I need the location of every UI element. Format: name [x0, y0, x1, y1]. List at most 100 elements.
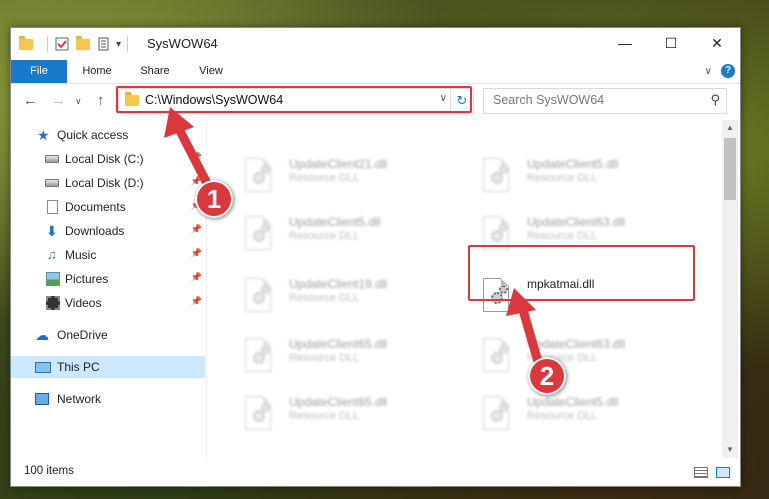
sidebar-item-label: Videos — [65, 296, 102, 310]
pin-icon[interactable]: 📌 — [191, 152, 202, 163]
documents-icon — [47, 200, 58, 214]
disk-icon — [45, 155, 59, 163]
file-item-mpkatmai[interactable]: mpkatmai.dll — [463, 270, 695, 322]
pane-divider[interactable] — [206, 120, 207, 458]
file-item[interactable]: UpdateClient65.dll Resource DLL — [225, 330, 457, 382]
sidebar-item-label: Pictures — [65, 272, 109, 286]
sidebar-item-videos[interactable]: Videos 📌 — [11, 292, 205, 314]
dll-file-icon — [241, 278, 273, 314]
sidebar-item-local-disk-c[interactable]: Local Disk (C:) 📌 — [11, 148, 205, 170]
file-type: Resource DLL — [289, 292, 360, 304]
sidebar-item-this-pc[interactable]: This PC — [11, 356, 205, 378]
onedrive-icon: ☁ — [35, 327, 49, 343]
file-item[interactable]: UpdateClient5.dll Resource DLL — [225, 208, 457, 260]
properties-icon[interactable] — [54, 36, 70, 52]
item-count: 100 items — [24, 465, 74, 477]
title-bar: ▾ SysWOW64 — ☐ ✕ — [11, 28, 740, 60]
tab-view[interactable]: View — [187, 60, 235, 83]
address-path[interactable]: C:\Windows\SysWOW64 — [145, 93, 283, 107]
file-item[interactable]: UpdateClient63.dll Resource DLL — [463, 330, 695, 382]
dll-file-icon — [479, 338, 511, 374]
search-input[interactable]: Search SysWOW64 — [493, 93, 604, 107]
dll-file-icon — [479, 278, 511, 314]
navigation-pane: ★ Quick access Local Disk (C:) 📌 Local D… — [11, 120, 207, 458]
expand-ribbon-button[interactable]: ∨ — [705, 66, 712, 77]
file-name: UpdateClient63.dll — [527, 337, 626, 351]
scroll-down-button[interactable]: ▼ — [722, 442, 738, 458]
sidebar-item-pictures[interactable]: Pictures 📌 — [11, 268, 205, 290]
pin-icon[interactable]: 📌 — [191, 248, 202, 259]
large-icons-view-icon[interactable] — [716, 467, 730, 478]
music-icon: ♫ — [47, 247, 57, 262]
tab-share[interactable]: Share — [131, 60, 179, 83]
file-list: UpdateClient21.dll Resource DLL UpdateCl… — [217, 120, 721, 458]
window-title: SysWOW64 — [147, 36, 218, 51]
dll-file-icon — [479, 158, 511, 194]
sidebar-item-label: Quick access — [57, 128, 129, 142]
quick-access-toolbar: ▾ — [19, 34, 134, 54]
file-explorer-window: ▾ SysWOW64 — ☐ ✕ File Home Share View ∨ … — [10, 27, 741, 487]
tab-home[interactable]: Home — [73, 60, 121, 83]
address-dropdown-button[interactable]: ∨ — [440, 93, 447, 104]
videos-icon — [46, 296, 60, 310]
close-button[interactable]: ✕ — [694, 28, 740, 58]
help-icon[interactable]: ? — [721, 64, 735, 78]
sidebar-item-label: Documents — [65, 200, 126, 214]
file-item[interactable]: UpdateClient21.dll Resource DLL — [225, 150, 457, 202]
sidebar-item-downloads[interactable]: ⬇ Downloads 📌 — [11, 220, 205, 242]
sidebar-item-documents[interactable]: Documents 📌 — [11, 196, 205, 218]
file-type: Resource DLL — [289, 172, 360, 184]
scroll-up-button[interactable]: ▲ — [722, 120, 738, 136]
minimize-button[interactable]: — — [602, 28, 648, 58]
file-type: Resource DLL — [289, 230, 360, 242]
ribbon-tabs: File Home Share View ∨ ? — [11, 60, 740, 84]
forward-button[interactable]: → — [51, 92, 66, 109]
file-item[interactable]: UpdateClient65.dll Resource DLL — [225, 388, 457, 440]
customize-toolbar-dropdown[interactable]: ▾ — [116, 39, 121, 50]
file-item[interactable]: UpdateClient63.dll Resource DLL — [463, 208, 695, 260]
sidebar-item-local-disk-d[interactable]: Local Disk (D:) 📌 — [11, 172, 205, 194]
back-button[interactable]: ← — [23, 92, 38, 109]
sidebar-item-quick-access[interactable]: ★ Quick access — [11, 124, 205, 146]
file-name: mpkatmai.dll — [527, 277, 595, 291]
vertical-scrollbar[interactable]: ▲ ▼ — [722, 120, 738, 458]
search-box[interactable]: Search SysWOW64 ⚲ — [483, 88, 727, 114]
this-pc-icon — [35, 362, 51, 373]
dll-file-icon — [241, 396, 273, 432]
navigation-bar: ← → ∨ ↑ C:\Windows\SysWOW64 ∨ ↻ Search S… — [11, 84, 740, 120]
dll-file-icon — [479, 396, 511, 432]
file-item[interactable]: UpdateClient5.dll Resource DLL — [463, 388, 695, 440]
step-marker-2: 2 — [528, 357, 566, 395]
file-item[interactable]: UpdateClient19.dll Resource DLL — [225, 270, 457, 322]
file-type: Resource DLL — [527, 230, 598, 242]
search-icon[interactable]: ⚲ — [710, 92, 720, 108]
file-type: Resource DLL — [289, 410, 360, 422]
address-bar[interactable]: C:\Windows\SysWOW64 ∨ ↻ — [118, 88, 474, 114]
dll-file-icon — [241, 338, 273, 374]
tab-file[interactable]: File — [11, 60, 67, 83]
maximize-button[interactable]: ☐ — [648, 28, 694, 58]
pin-icon[interactable]: 📌 — [191, 296, 202, 307]
recent-locations-button[interactable]: ∨ — [75, 96, 82, 107]
file-name: UpdateClient5.dll — [289, 215, 381, 229]
view-options-icon[interactable] — [98, 36, 114, 52]
sidebar-item-network[interactable]: Network — [11, 388, 205, 410]
new-folder-icon[interactable] — [76, 36, 92, 52]
file-name: UpdateClient19.dll — [289, 277, 388, 291]
up-button[interactable]: ↑ — [97, 92, 105, 109]
dll-file-icon — [241, 158, 273, 194]
sidebar-item-onedrive[interactable]: ☁ OneDrive — [11, 324, 205, 346]
status-bar: 100 items — [11, 460, 740, 484]
file-type: Resource DLL — [527, 172, 598, 184]
downloads-icon: ⬇ — [46, 223, 58, 239]
scroll-thumb[interactable] — [724, 138, 736, 200]
refresh-button[interactable]: ↻ — [450, 89, 473, 113]
sidebar-item-music[interactable]: ♫ Music 📌 — [11, 244, 205, 266]
file-name: UpdateClient63.dll — [527, 215, 626, 229]
pin-icon[interactable]: 📌 — [191, 272, 202, 283]
dll-file-icon — [479, 216, 511, 252]
file-item[interactable]: UpdateClient5.dll Resource DLL — [463, 150, 695, 202]
file-name: UpdateClient65.dll — [289, 337, 388, 351]
details-view-icon[interactable] — [694, 467, 708, 478]
pin-icon[interactable]: 📌 — [191, 224, 202, 235]
